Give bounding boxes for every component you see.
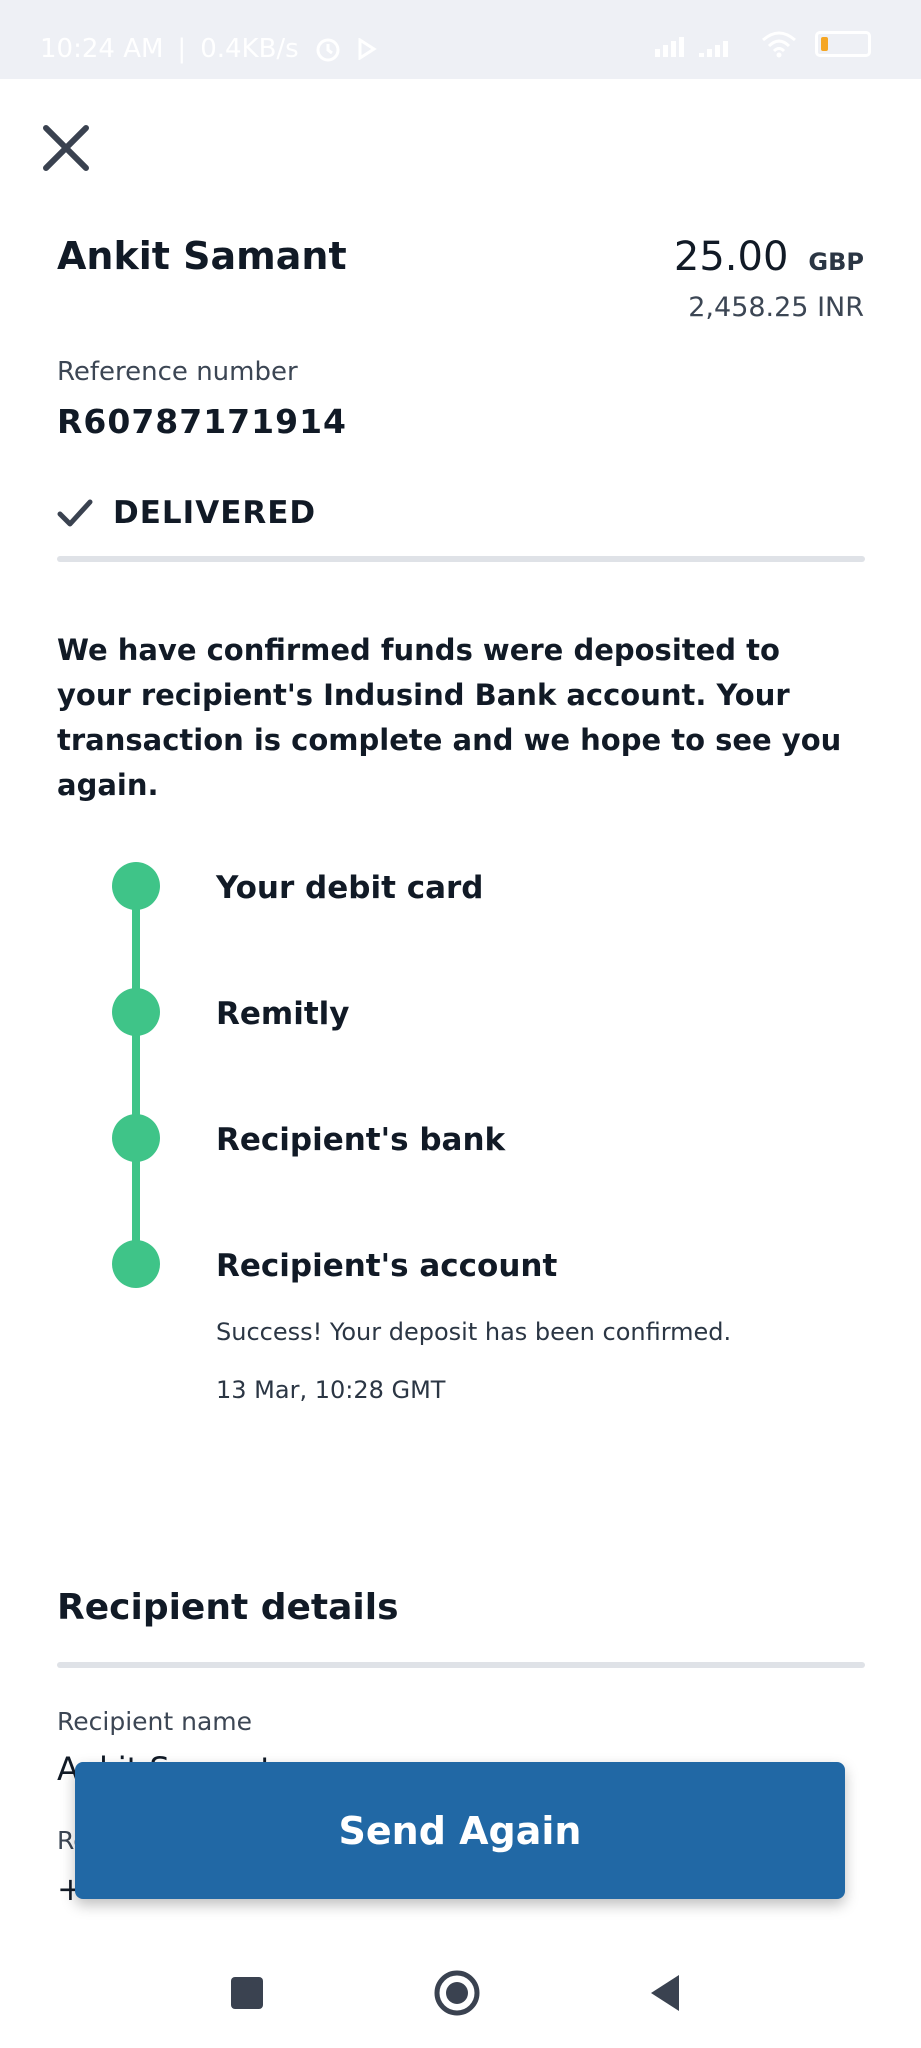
status-right <box>653 30 871 58</box>
status-row: DELIVERED <box>57 495 316 531</box>
status-speed: 0.4KB/s <box>200 34 299 64</box>
amount: 25.00 GBP <box>674 234 864 280</box>
divider <box>57 556 865 562</box>
timeline-step-timestamp: 13 Mar, 10:28 GMT <box>216 1376 446 1404</box>
battery-icon <box>815 31 871 57</box>
recipient-name: Ankit Samant <box>57 234 347 278</box>
timeline-step-label: Recipient's account <box>216 1248 558 1284</box>
timeline-dot <box>112 988 160 1036</box>
play-icon <box>358 38 377 60</box>
circle-icon[interactable] <box>427 1963 487 2023</box>
timeline-dot <box>112 1114 160 1162</box>
reference-label: Reference number <box>57 357 298 387</box>
recipient-name-label: Recipient name <box>57 1707 253 1736</box>
timeline-step-label: Recipient's bank <box>216 1122 506 1158</box>
timeline-dot <box>112 1240 160 1288</box>
timeline-step-label: Your debit card <box>216 870 484 906</box>
status-left: 10:24 AM | 0.4KB/s <box>40 34 377 64</box>
divider <box>57 1662 865 1668</box>
recipient-details-title: Recipient details <box>57 1587 399 1628</box>
triangle-back-icon[interactable] <box>637 1963 697 2023</box>
signal-icon <box>655 37 728 57</box>
reference-number: R60787171914 <box>57 402 347 441</box>
wifi-icon <box>762 31 796 58</box>
alarm-icon <box>316 38 340 62</box>
square-icon[interactable] <box>217 1963 277 2023</box>
status-separator: | <box>177 34 187 64</box>
close-icon[interactable] <box>36 118 96 178</box>
amount-currency: GBP <box>808 248 864 276</box>
send-again-button[interactable]: Send Again <box>75 1762 845 1899</box>
battery-level <box>821 37 828 51</box>
amount-value: 25.00 <box>673 234 789 280</box>
check-icon <box>57 499 93 527</box>
status-bar: 10:24 AM | 0.4KB/s <box>0 0 921 79</box>
confirmation-message: We have confirmed funds were deposited t… <box>57 633 842 802</box>
status-time: 10:24 AM <box>40 34 164 64</box>
navigation-bar <box>0 1935 921 2048</box>
status-text: DELIVERED <box>113 495 317 531</box>
timeline-dot <box>112 862 160 910</box>
timeline-step-note: Success! Your deposit has been confirmed… <box>216 1318 732 1346</box>
timeline-line <box>132 886 140 1264</box>
timeline-step-label: Remitly <box>216 996 350 1032</box>
converted-amount: 2,458.25 INR <box>688 292 864 323</box>
